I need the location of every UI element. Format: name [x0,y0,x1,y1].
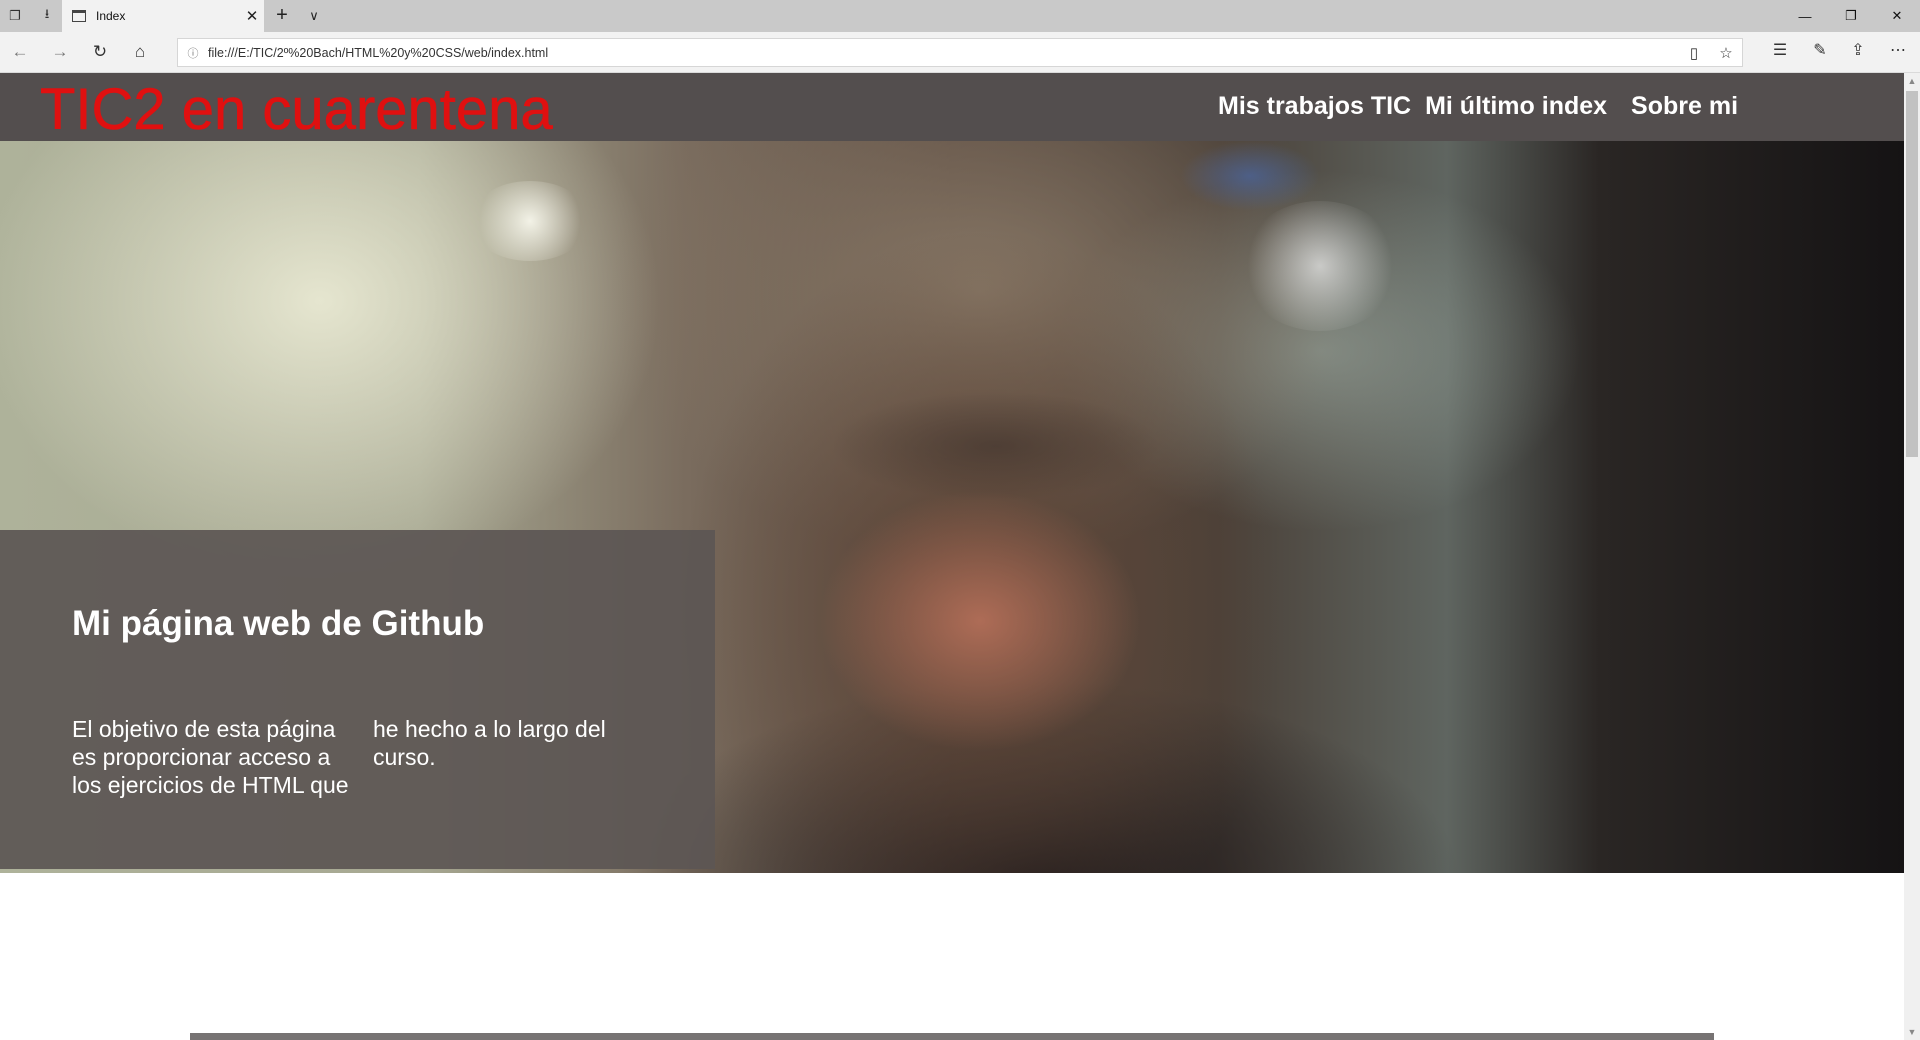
browser-toolbar: ← → ↻ ⌂ ⓘ file:///E:/TIC/2º%20Bach/HTML%… [0,32,1920,73]
browser-tab[interactable]: Index ✕ [62,0,264,32]
set-aside-tabs-icon[interactable]: ❐ [0,0,30,32]
close-window-button[interactable]: ✕ [1874,0,1920,32]
page-icon [72,10,86,22]
window-controls: — ❐ ✕ [1782,0,1920,32]
intro-panel: Mi página web de Github El objetivo de e… [0,530,715,869]
url-text[interactable]: file:///E:/TIC/2º%20Bach/HTML%20y%20CSS/… [208,46,1678,60]
forward-icon[interactable]: → [48,40,72,64]
browser-tab-bar: ❐ ⭳ Index ✕ + ∨ — ❐ ✕ [0,0,1920,32]
photo-glasses-shadow [830,391,1160,501]
tab-list-chevron-icon[interactable]: ∨ [302,4,326,28]
info-icon[interactable]: ⓘ [178,45,208,61]
site-logo[interactable]: TIC2 en cuarentena [40,80,553,139]
close-tab-icon[interactable]: ✕ [240,7,264,25]
pen-notes-icon[interactable]: ✎ [1804,40,1836,64]
intro-title: Mi página web de Github [72,604,485,643]
section-divider [190,1033,1714,1040]
photo-light-spot [470,181,590,261]
minimize-button[interactable]: — [1782,0,1828,32]
address-bar[interactable]: ⓘ file:///E:/TIC/2º%20Bach/HTML%20y%20CS… [177,38,1743,67]
home-icon[interactable]: ⌂ [128,40,152,64]
main-nav: Mis trabajos TIC Mi último index Sobre m… [1218,92,1752,121]
more-menu-icon[interactable]: ⋯ [1882,40,1914,64]
scroll-up-icon[interactable]: ▲ [1904,73,1920,89]
back-icon[interactable]: ← [8,40,32,64]
new-tab-button[interactable]: + [270,4,294,28]
site-header: TIC2 en cuarentena Mis trabajos TIC Mi ú… [0,73,1904,141]
tab-title: Index [96,9,126,23]
nav-link-sobre-mi[interactable]: Sobre mi [1631,92,1738,121]
page-scrollbar[interactable]: ▲ ▼ [1904,73,1920,1040]
scroll-down-icon[interactable]: ▼ [1904,1024,1920,1040]
share-icon[interactable]: ⇪ [1842,40,1874,64]
refresh-icon[interactable]: ↻ [88,40,112,64]
restore-tabs-icon[interactable]: ⭳ [32,0,62,32]
nav-link-trabajos[interactable]: Mis trabajos TIC [1218,92,1411,121]
page-viewport: TIC2 en cuarentena Mis trabajos TIC Mi ú… [0,73,1904,1040]
scrollbar-thumb[interactable] [1906,91,1918,457]
restore-button[interactable]: ❐ [1828,0,1874,32]
intro-text: El objetivo de esta página es proporcion… [72,716,606,798]
nav-link-ultimo-index[interactable]: Mi último index [1425,92,1607,121]
photo-light-spot [1240,201,1400,331]
favorites-list-icon[interactable]: ☰ [1764,40,1796,64]
hero-photo: Mi página web de Github El objetivo de e… [0,141,1904,873]
favorite-star-icon[interactable]: ☆ [1710,44,1742,62]
photo-blue-spot [1180,141,1320,211]
reading-view-icon[interactable]: ▯ [1678,44,1710,62]
